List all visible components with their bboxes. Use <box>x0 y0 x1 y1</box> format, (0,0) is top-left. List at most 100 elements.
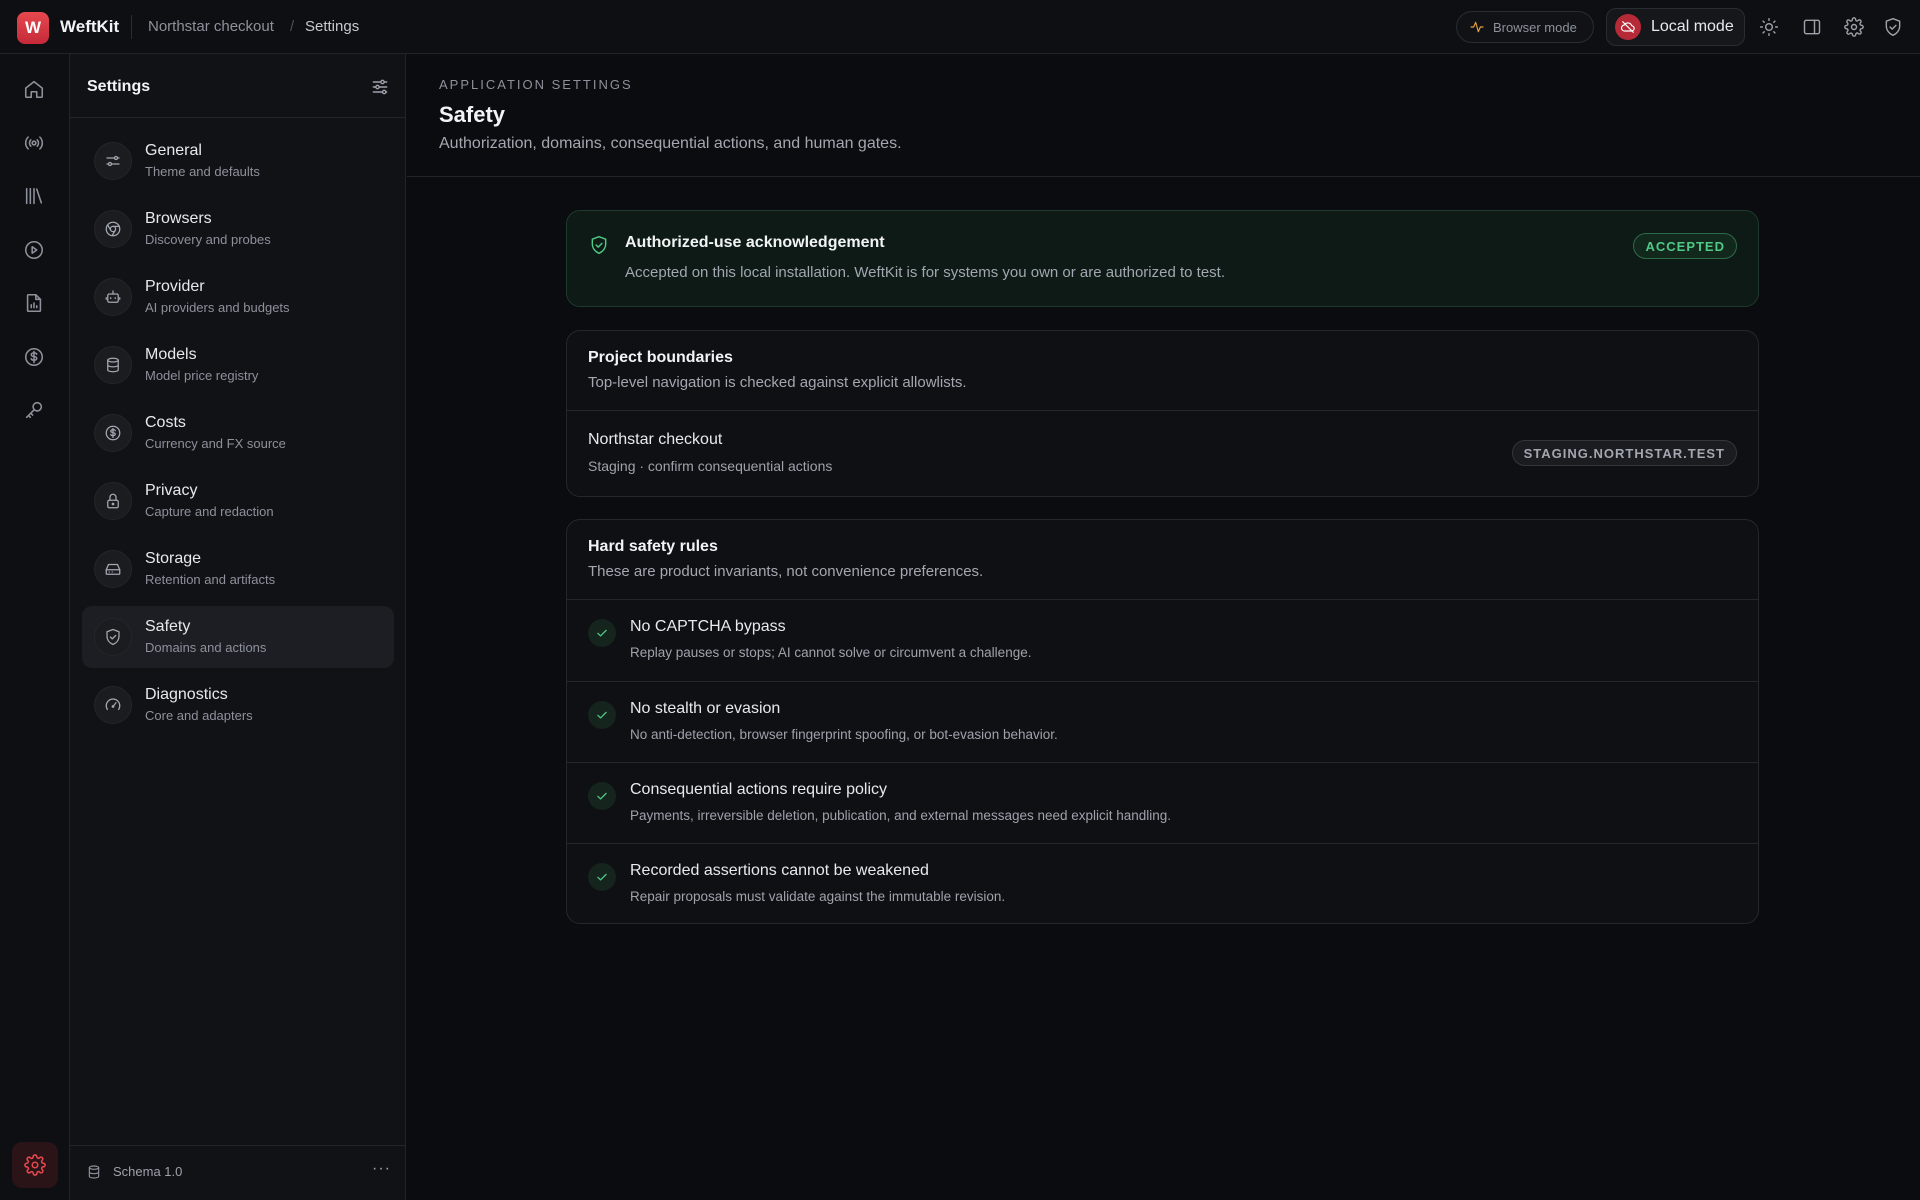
filter-icon[interactable] <box>370 77 390 97</box>
sidebar-item-label: Storage <box>145 550 202 567</box>
sidebar-item-label: Models <box>145 346 197 363</box>
sidebar-item-sub: Model price registry <box>145 368 259 383</box>
gear-icon[interactable] <box>1844 17 1864 37</box>
acknowledgement-title: Authorized-use acknowledgement <box>625 234 885 251</box>
page-description: Authorization, domains, consequential ac… <box>439 135 902 152</box>
rule-title: Consequential actions require policy <box>630 781 888 798</box>
rule-title: No stealth or evasion <box>630 700 781 717</box>
key-icon[interactable] <box>23 399 47 423</box>
divider <box>567 410 1758 411</box>
sidebar-item-storage[interactable]: Storage Retention and artifacts <box>82 538 394 600</box>
database-icon <box>94 346 132 384</box>
project-boundaries-card: Project boundaries Top-level navigation … <box>566 330 1759 497</box>
sidebar-item-label: Privacy <box>145 482 198 499</box>
play-icon[interactable] <box>23 239 47 263</box>
schema-version: Schema 1.0 <box>113 1164 183 1179</box>
report-icon[interactable] <box>23 292 47 316</box>
local-mode-label: Local mode <box>1651 18 1734 35</box>
broadcast-icon[interactable] <box>23 132 47 156</box>
sidebar-item-label: General <box>145 142 202 159</box>
sun-icon[interactable] <box>1759 17 1779 37</box>
sidebar-item-browsers[interactable]: Browsers Discovery and probes <box>82 198 394 260</box>
rule-title: No CAPTCHA bypass <box>630 618 786 635</box>
breadcrumb-separator: / <box>290 18 295 35</box>
lock-icon <box>94 482 132 520</box>
sidebar-item-label: Provider <box>145 278 205 295</box>
top-bar: W WeftKit Northstar checkout / Settings … <box>0 0 1920 54</box>
sidebar-header: Settings <box>70 54 406 118</box>
dollar-icon <box>94 414 132 452</box>
settings-rail-button[interactable] <box>12 1142 58 1188</box>
library-icon[interactable] <box>23 185 47 209</box>
activity-icon <box>1469 19 1485 35</box>
list-item: No CAPTCHA bypass Replay pauses or stops… <box>567 600 1758 681</box>
breadcrumb-current: Settings <box>305 18 360 35</box>
list-item: Recorded assertions cannot be weakened R… <box>567 844 1758 925</box>
browser-mode-button[interactable]: Browser mode <box>1456 11 1594 43</box>
card-description: These are product invariants, not conven… <box>588 563 984 580</box>
card-title: Hard safety rules <box>588 538 718 555</box>
sidebar-footer: Schema 1.0 ··· <box>70 1145 406 1200</box>
hard-safety-rules-card: Hard safety rules These are product inva… <box>566 519 1759 924</box>
rule-title: Recorded assertions cannot be weakened <box>630 862 929 879</box>
check-icon <box>588 701 616 729</box>
sidebar-item-safety[interactable]: Safety Domains and actions <box>82 606 394 668</box>
app-logo[interactable]: W <box>17 12 49 44</box>
dollar-icon[interactable] <box>23 346 47 370</box>
rule-description: Payments, irreversible deletion, publica… <box>630 808 1172 823</box>
sidebar-title: Settings <box>87 78 151 95</box>
sidebar-item-models[interactable]: Models Model price registry <box>82 334 394 396</box>
nav-rail <box>0 54 70 1200</box>
more-options-button[interactable]: ··· <box>372 1160 391 1178</box>
rule-description: Repair proposals must validate against t… <box>630 889 1006 904</box>
sidebar-item-label: Costs <box>145 414 186 431</box>
sidebar-item-sub: Currency and FX source <box>145 436 286 451</box>
database-icon <box>86 1164 102 1180</box>
acknowledgement-description: Accepted on this local installation. Wef… <box>625 264 1226 281</box>
sidebar-item-costs[interactable]: Costs Currency and FX source <box>82 402 394 464</box>
home-icon[interactable] <box>23 78 47 102</box>
sidebar-item-label: Diagnostics <box>145 686 228 703</box>
breadcrumb-project[interactable]: Northstar checkout <box>148 18 274 35</box>
shield-icon[interactable] <box>1883 17 1903 37</box>
settings-sidebar: Settings General Theme and defaults Brow… <box>70 54 406 1200</box>
sidebar-item-label: Safety <box>145 618 191 635</box>
project-subtitle: Staging · confirm consequential actions <box>588 458 833 474</box>
page-header: APPLICATION SETTINGS Safety Authorizatio… <box>407 54 1920 177</box>
sidebar-item-sub: Retention and artifacts <box>145 572 276 587</box>
card-description: Top-level navigation is checked against … <box>588 374 967 391</box>
sidebar-item-sub: Discovery and probes <box>145 232 271 247</box>
browser-mode-label: Browser mode <box>1493 19 1577 35</box>
sidebar-item-provider[interactable]: Provider AI providers and budgets <box>82 266 394 328</box>
sidebar-item-label: Browsers <box>145 210 212 227</box>
acknowledgement-card: Authorized-use acknowledgement Accepted … <box>566 210 1759 307</box>
card-title: Project boundaries <box>588 349 733 366</box>
browser-icon <box>94 210 132 248</box>
app-name: WeftKit <box>60 17 120 36</box>
sidebar-item-sub: Capture and redaction <box>145 504 274 519</box>
drive-icon <box>94 550 132 588</box>
check-icon <box>588 782 616 810</box>
shield-icon <box>589 235 609 255</box>
sidebar-item-privacy[interactable]: Privacy Capture and redaction <box>82 470 394 532</box>
sidebar-item-sub: Core and adapters <box>145 708 253 723</box>
sliders-icon <box>94 142 132 180</box>
rule-description: No anti-detection, browser fingerprint s… <box>630 727 1058 742</box>
sidebar-item-sub: Domains and actions <box>145 640 267 655</box>
check-icon <box>588 619 616 647</box>
gauge-icon <box>94 686 132 724</box>
status-badge: ACCEPTED <box>1633 233 1737 259</box>
check-icon <box>588 863 616 891</box>
sidebar-item-sub: Theme and defaults <box>145 164 260 179</box>
rule-description: Replay pauses or stops; AI cannot solve … <box>630 645 1032 660</box>
sidebar-item-general[interactable]: General Theme and defaults <box>82 130 394 192</box>
list-item: Consequential actions require policy Pay… <box>567 763 1758 844</box>
sidebar-item-diagnostics[interactable]: Diagnostics Core and adapters <box>82 674 394 736</box>
domain-badge: STAGING.NORTHSTAR.TEST <box>1511 440 1737 466</box>
sidebar-item-sub: AI providers and budgets <box>145 300 290 315</box>
gear-icon <box>24 1154 46 1176</box>
panel-toggle-icon[interactable] <box>1802 17 1822 37</box>
local-mode-button[interactable]: Local mode <box>1606 8 1745 46</box>
list-item: No stealth or evasion No anti-detection,… <box>567 682 1758 763</box>
page-eyebrow: APPLICATION SETTINGS <box>439 77 633 92</box>
